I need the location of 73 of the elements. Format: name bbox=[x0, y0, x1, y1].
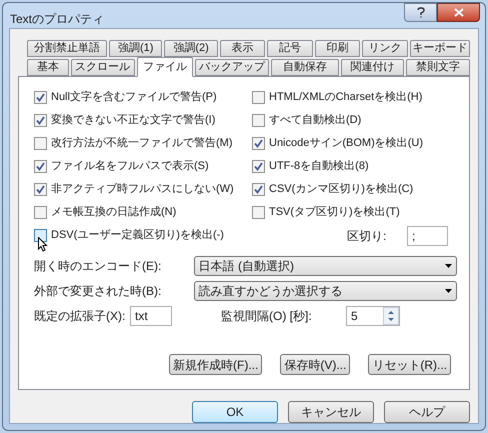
dropdown-label: 外部で変更された時(B): bbox=[34, 283, 162, 300]
checkbox[interactable] bbox=[34, 91, 47, 104]
checkbox[interactable] bbox=[34, 206, 47, 219]
dialog-button[interactable]: OK bbox=[192, 401, 278, 423]
checkbox[interactable] bbox=[252, 206, 265, 219]
tab[interactable]: スクロール bbox=[70, 59, 135, 76]
window-title: Textのプロパティ bbox=[10, 11, 104, 28]
checkbox[interactable] bbox=[34, 160, 47, 173]
option-label: CSV(カンマ区切り)を検出(C) bbox=[269, 182, 414, 198]
question-mark-icon bbox=[416, 7, 424, 18]
option-label: ファイル名をフルパスで表示(S) bbox=[51, 159, 209, 174]
option-label: TSV(タブ区切り)を検出(T) bbox=[269, 204, 400, 220]
option-label: UTF-8を自動検出(8) bbox=[269, 159, 369, 174]
tab[interactable]: バックアップ bbox=[195, 59, 269, 76]
close-button[interactable] bbox=[437, 3, 480, 22]
checkmark-icon bbox=[36, 93, 45, 102]
checkbox[interactable] bbox=[252, 137, 265, 150]
panel-button[interactable]: 保存時(V)... bbox=[280, 354, 350, 375]
dropdown-label: 開く時のエンコード(E): bbox=[34, 258, 162, 275]
tab[interactable]: ファイル bbox=[136, 57, 194, 77]
tab[interactable]: 強調(1) bbox=[109, 40, 162, 57]
tab[interactable]: 禁則文字 bbox=[406, 59, 470, 76]
delimiter-field[interactable]: ; bbox=[407, 226, 448, 246]
tab[interactable]: リンク bbox=[362, 40, 408, 57]
tab[interactable]: 分割禁止単語 bbox=[27, 40, 108, 57]
option-label: すべて自動検出(D) bbox=[269, 113, 362, 128]
option-label: 非アクティブ時フルパスにしない(W) bbox=[51, 182, 234, 198]
spinner-arrows-icon bbox=[383, 307, 399, 325]
tab[interactable]: 強調(2) bbox=[164, 40, 218, 57]
checkbox[interactable] bbox=[252, 160, 265, 173]
dropdown[interactable]: 日本語 (自動選択) bbox=[194, 256, 457, 276]
mouse-cursor-icon bbox=[38, 237, 48, 252]
option-label: DSV(ユーザー定義区切り)を検出(-) bbox=[51, 228, 224, 244]
extension-field[interactable]: txt bbox=[130, 306, 172, 326]
checkbox[interactable] bbox=[34, 137, 47, 150]
option-label: メモ帳互換の日誌作成(N) bbox=[51, 205, 176, 220]
help-button[interactable] bbox=[404, 3, 437, 22]
interval-spinbox[interactable]: 5 bbox=[346, 306, 400, 326]
checkmark-icon bbox=[254, 162, 263, 171]
panel-button[interactable]: 新規作成時(F)... bbox=[169, 354, 262, 375]
checkmark-icon bbox=[36, 185, 45, 194]
checkbox[interactable] bbox=[34, 114, 47, 127]
option-label: Null文字を含むファイルで警告(P) bbox=[51, 90, 217, 106]
extension-label: 既定の拡張子(X): bbox=[34, 308, 126, 325]
option-label: 改行方法が不統一ファイルで警告(M) bbox=[51, 136, 232, 152]
dropdown-arrow-icon bbox=[445, 289, 452, 293]
tab[interactable]: 自動保存 bbox=[270, 59, 339, 76]
checkbox[interactable] bbox=[34, 183, 47, 196]
close-icon bbox=[454, 8, 464, 17]
option-label: Unicodeサイン(BOM)を検出(U) bbox=[269, 136, 424, 152]
option-label: 変換できない不正な文字で警告(I) bbox=[51, 112, 216, 128]
checkmark-icon bbox=[254, 139, 263, 148]
panel-button[interactable]: リセット(R)... bbox=[368, 354, 451, 375]
checkbox[interactable] bbox=[252, 114, 265, 127]
checkmark-icon bbox=[254, 185, 263, 194]
checkmark-icon bbox=[36, 116, 45, 125]
checkmark-icon bbox=[36, 162, 45, 171]
tab[interactable]: 記号 bbox=[267, 40, 313, 57]
dialog-button[interactable]: キャンセル bbox=[288, 401, 374, 423]
tab[interactable]: 基本 bbox=[27, 59, 69, 76]
dialog-button[interactable]: ヘルプ bbox=[384, 401, 470, 423]
delimiter-label: 区切り: bbox=[347, 228, 388, 244]
tab[interactable]: キーボード bbox=[410, 40, 470, 57]
option-label: HTML/XMLのCharsetを検出(H) bbox=[269, 90, 422, 106]
tab[interactable]: 印刷 bbox=[314, 40, 360, 57]
tab[interactable]: 関連付け bbox=[340, 59, 404, 76]
tab[interactable]: 表示 bbox=[220, 40, 266, 57]
checkbox[interactable] bbox=[252, 91, 265, 104]
dropdown-arrow-icon bbox=[445, 264, 452, 268]
checkbox[interactable] bbox=[34, 229, 47, 242]
interval-label: 監視間隔(O) [秒]: bbox=[221, 308, 313, 325]
checkbox[interactable] bbox=[252, 183, 265, 196]
dropdown[interactable]: 読み直すかどうか選択する bbox=[194, 281, 457, 301]
